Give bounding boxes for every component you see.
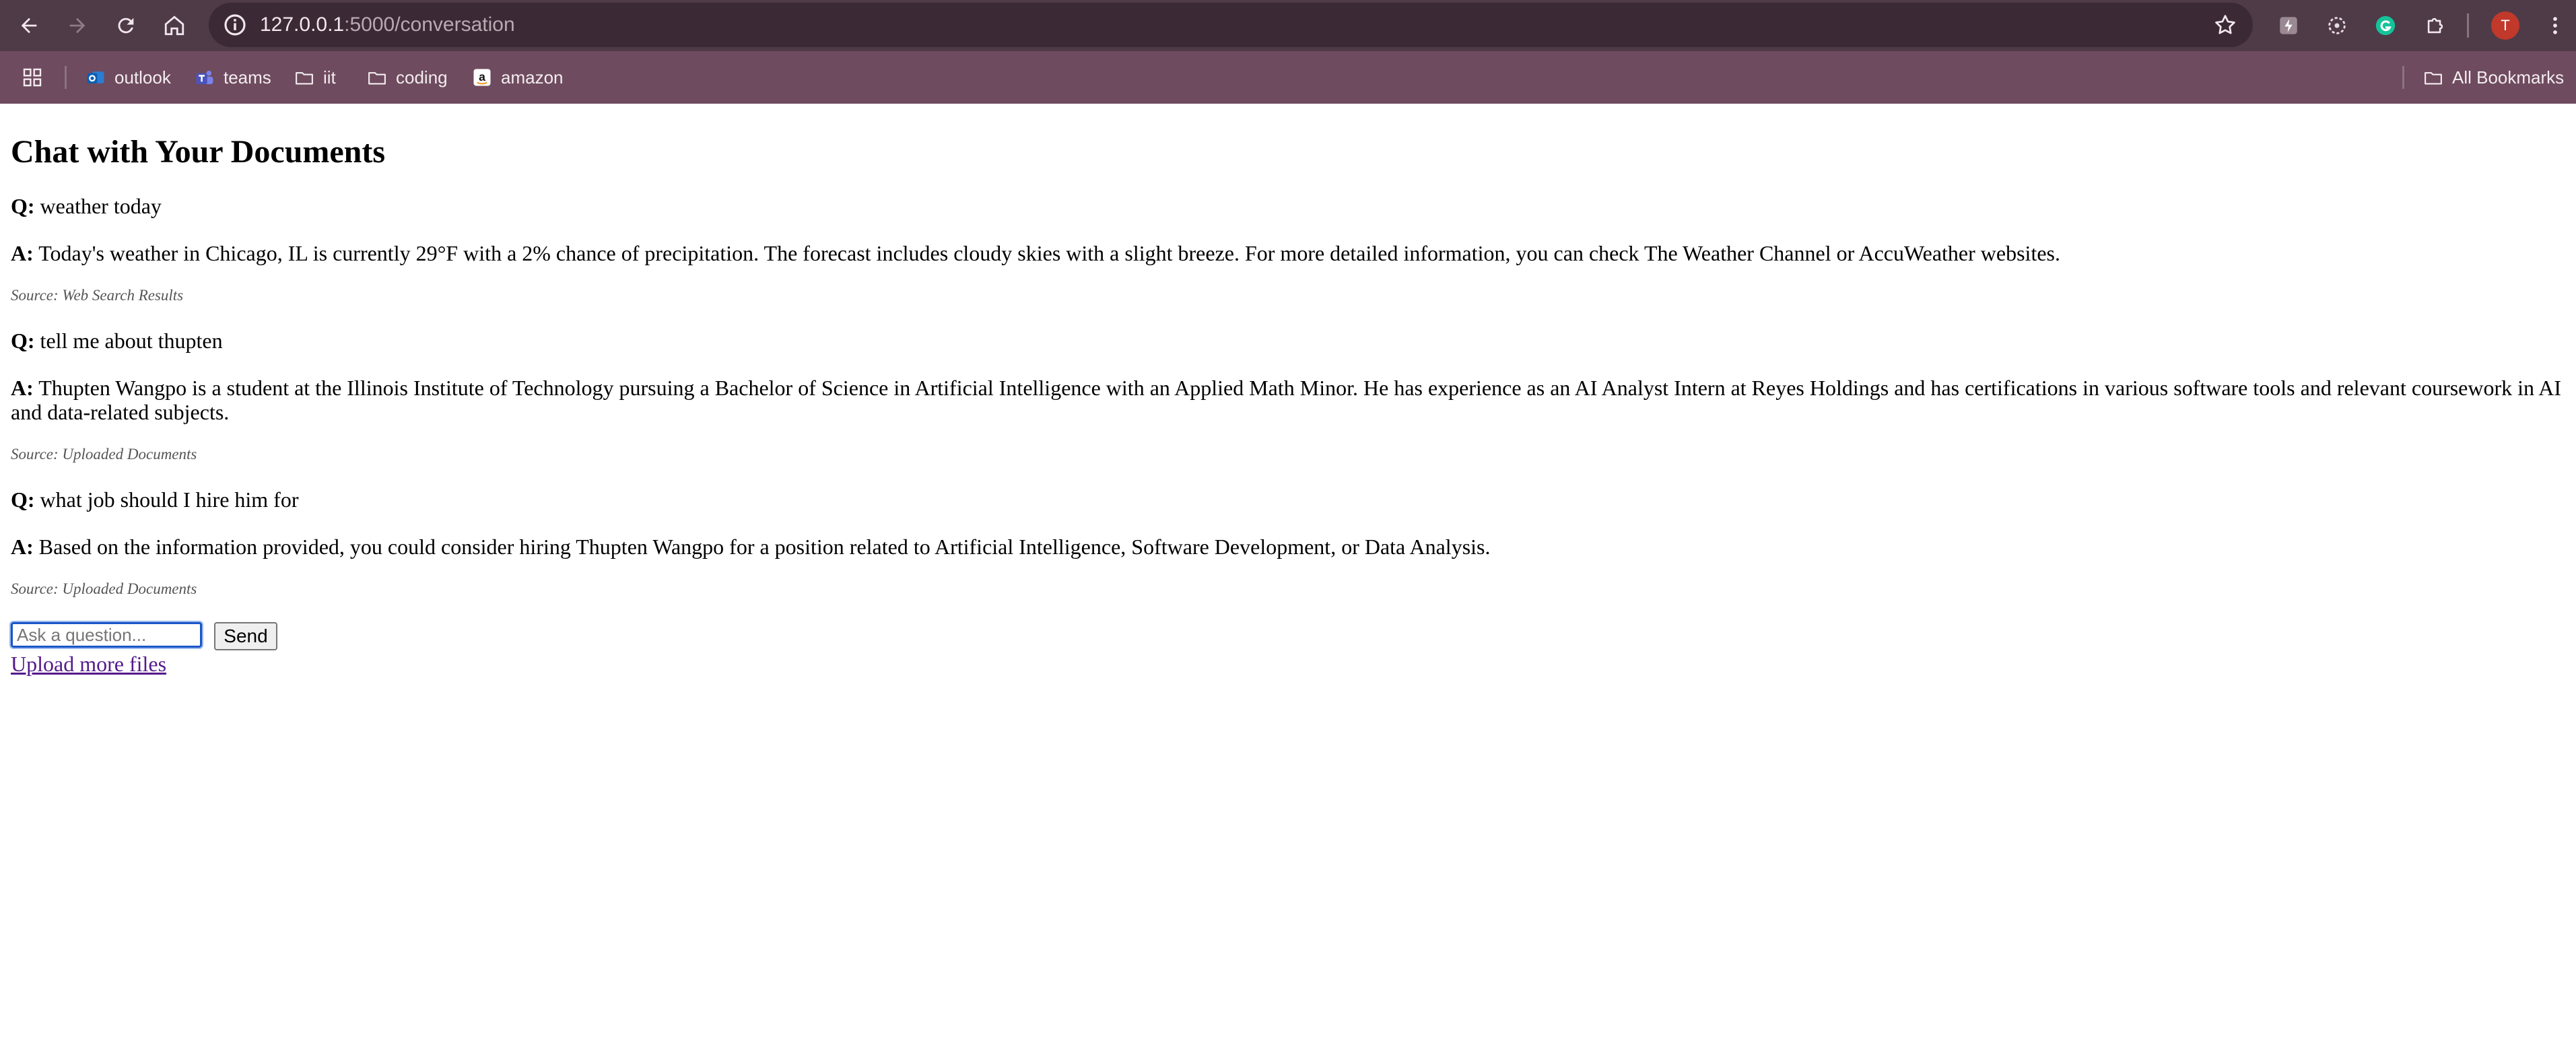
arrow-right-icon bbox=[69, 18, 86, 34]
bookmark-label: outlook bbox=[114, 67, 171, 88]
extension-bolt-icon bbox=[2280, 17, 2297, 34]
bookmark-label: coding bbox=[396, 67, 448, 88]
extension-button-1[interactable] bbox=[2274, 11, 2303, 40]
answer-text: Today's weather in Chicago, IL is curren… bbox=[38, 241, 2060, 265]
answer-label: A: bbox=[11, 535, 34, 559]
grammarly-icon bbox=[2375, 15, 2396, 36]
svg-text:a: a bbox=[479, 70, 485, 83]
question-text: tell me about thupten bbox=[40, 329, 223, 353]
site-info-icon[interactable] bbox=[221, 11, 249, 39]
bookmark-teams[interactable]: teams bbox=[194, 61, 271, 94]
arrow-left-icon bbox=[21, 18, 37, 34]
bookmarks-divider bbox=[65, 66, 67, 89]
reload-button[interactable] bbox=[109, 9, 143, 42]
question-input[interactable] bbox=[9, 621, 203, 649]
question-3: Q: what job should I hire him for bbox=[11, 487, 298, 512]
send-button[interactable]: Send bbox=[214, 622, 277, 650]
bookmark-outlook[interactable]: outlook bbox=[85, 61, 171, 94]
bookmarks-bar: outlook teams iit coding a amazon All Bo… bbox=[0, 51, 2576, 104]
bookmark-star-icon[interactable] bbox=[2212, 12, 2238, 38]
bookmark-label: amazon bbox=[501, 67, 564, 88]
extensions-button[interactable] bbox=[2421, 11, 2449, 40]
bookmark-label: teams bbox=[224, 67, 271, 88]
answer-3: A: Based on the information provided, yo… bbox=[11, 535, 2569, 559]
url-path: :5000/conversation bbox=[344, 13, 515, 36]
question-1: Q: weather today bbox=[11, 194, 162, 218]
grammarly-button[interactable] bbox=[2371, 11, 2400, 40]
answer-label: A: bbox=[11, 241, 34, 265]
back-button[interactable] bbox=[12, 9, 46, 42]
answer-2: A: Thupten Wangpo is a student at the Il… bbox=[11, 376, 2569, 424]
question-text: weather today bbox=[40, 194, 162, 218]
address-bar[interactable]: 127.0.0.1:5000/conversation bbox=[209, 3, 2253, 47]
puzzle-icon bbox=[2427, 18, 2443, 34]
url-text: 127.0.0.1:5000/conversation bbox=[260, 3, 515, 47]
answer-text: Based on the information provided, you c… bbox=[38, 535, 1491, 559]
upload-more-files-link[interactable]: Upload more files bbox=[11, 650, 166, 677]
page-title: Chat with Your Documents bbox=[11, 134, 386, 170]
question-label: Q: bbox=[11, 194, 35, 218]
question-label: Q: bbox=[11, 329, 35, 353]
bookmarks-divider-right bbox=[2402, 66, 2404, 89]
folder-icon bbox=[294, 67, 315, 88]
answer-label: A: bbox=[11, 376, 34, 400]
bookmark-folder-coding[interactable]: coding bbox=[366, 61, 448, 94]
home-icon bbox=[164, 15, 184, 36]
apps-grid-icon bbox=[23, 68, 42, 87]
answer-text: Thupten Wangpo is a student at the Illin… bbox=[11, 376, 2562, 424]
bookmark-amazon[interactable]: a amazon bbox=[471, 61, 564, 94]
answer-1: A: Today's weather in Chicago, IL is cur… bbox=[11, 241, 2569, 265]
source-3: Source: Uploaded Documents bbox=[11, 580, 197, 597]
outlook-icon bbox=[85, 67, 106, 88]
folder-icon bbox=[2422, 67, 2444, 88]
reload-icon bbox=[118, 18, 134, 34]
extension-button-2[interactable] bbox=[2323, 11, 2351, 40]
url-host: 127.0.0.1 bbox=[260, 13, 345, 36]
home-button[interactable] bbox=[158, 9, 191, 42]
bookmark-folder-iit[interactable]: iit bbox=[294, 61, 336, 94]
all-bookmarks-button[interactable]: All Bookmarks bbox=[2422, 61, 2564, 94]
teams-icon bbox=[194, 67, 215, 88]
all-bookmarks-label: All Bookmarks bbox=[2452, 67, 2565, 88]
extension-dashed-circle-icon bbox=[2328, 17, 2346, 34]
question-2: Q: tell me about thupten bbox=[11, 329, 223, 353]
toolbar-divider bbox=[2467, 13, 2469, 38]
source-2: Source: Uploaded Documents bbox=[11, 446, 197, 463]
question-label: Q: bbox=[11, 487, 35, 512]
browser-toolbar: 127.0.0.1:5000/conversation T bbox=[0, 0, 2576, 51]
folder-icon bbox=[366, 67, 388, 88]
browser-menu-button[interactable] bbox=[2541, 11, 2569, 40]
amazon-icon: a bbox=[471, 67, 493, 88]
forward-button[interactable] bbox=[61, 9, 94, 42]
source-1: Source: Web Search Results bbox=[11, 287, 184, 304]
kebab-menu-icon bbox=[2553, 17, 2557, 34]
apps-button[interactable] bbox=[22, 61, 43, 94]
question-text: what job should I hire him for bbox=[40, 487, 299, 512]
profile-avatar[interactable]: T bbox=[2491, 11, 2519, 40]
bookmark-label: iit bbox=[323, 67, 336, 88]
